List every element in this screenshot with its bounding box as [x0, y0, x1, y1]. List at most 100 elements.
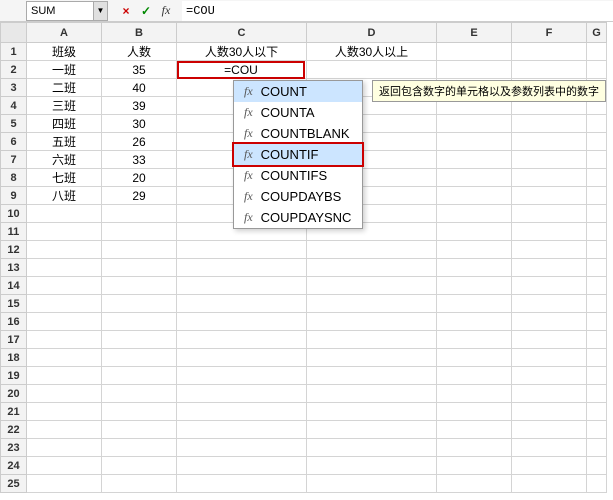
- cell[interactable]: [177, 241, 307, 259]
- cell[interactable]: [437, 385, 512, 403]
- cell[interactable]: [587, 457, 607, 475]
- cell[interactable]: 30: [102, 115, 177, 133]
- cell[interactable]: [27, 205, 102, 223]
- cell[interactable]: [102, 277, 177, 295]
- cell[interactable]: [512, 475, 587, 493]
- cell[interactable]: [307, 439, 437, 457]
- cell[interactable]: [512, 61, 587, 79]
- cell[interactable]: [437, 151, 512, 169]
- cell[interactable]: [102, 349, 177, 367]
- row-header[interactable]: 12: [1, 241, 27, 259]
- row-header[interactable]: 8: [1, 169, 27, 187]
- cell[interactable]: [102, 403, 177, 421]
- autocomplete-item[interactable]: fxCOUPDAYSNC: [234, 207, 362, 228]
- cell[interactable]: [307, 403, 437, 421]
- row-header[interactable]: 3: [1, 79, 27, 97]
- cell[interactable]: [102, 295, 177, 313]
- cell[interactable]: [512, 421, 587, 439]
- cell[interactable]: [437, 43, 512, 61]
- row-header[interactable]: 16: [1, 313, 27, 331]
- cell[interactable]: [587, 61, 607, 79]
- cell[interactable]: [102, 475, 177, 493]
- cell[interactable]: [512, 277, 587, 295]
- name-box[interactable]: SUM: [26, 1, 94, 21]
- cell[interactable]: [587, 259, 607, 277]
- cell[interactable]: [27, 277, 102, 295]
- cell[interactable]: [587, 313, 607, 331]
- cell[interactable]: [437, 475, 512, 493]
- cell[interactable]: [437, 187, 512, 205]
- column-header[interactable]: G: [587, 23, 607, 43]
- cell[interactable]: [307, 367, 437, 385]
- cell[interactable]: [27, 457, 102, 475]
- cell[interactable]: 六班: [27, 151, 102, 169]
- cell[interactable]: 40: [102, 79, 177, 97]
- select-all-corner[interactable]: [1, 23, 27, 43]
- cell[interactable]: [587, 187, 607, 205]
- cell[interactable]: [512, 115, 587, 133]
- column-header[interactable]: B: [102, 23, 177, 43]
- row-header[interactable]: 17: [1, 331, 27, 349]
- cell[interactable]: [177, 349, 307, 367]
- cell[interactable]: [307, 295, 437, 313]
- fx-icon[interactable]: fx: [156, 1, 176, 21]
- cell[interactable]: [512, 295, 587, 313]
- cell[interactable]: [307, 259, 437, 277]
- cell[interactable]: 八班: [27, 187, 102, 205]
- cell[interactable]: 29: [102, 187, 177, 205]
- autocomplete-item[interactable]: fxCOUNTA: [234, 102, 362, 123]
- cell[interactable]: [512, 205, 587, 223]
- cell[interactable]: [512, 223, 587, 241]
- cell[interactable]: [437, 421, 512, 439]
- cell[interactable]: [587, 277, 607, 295]
- cell[interactable]: [437, 295, 512, 313]
- column-header[interactable]: F: [512, 23, 587, 43]
- cell[interactable]: [27, 439, 102, 457]
- cell[interactable]: [512, 259, 587, 277]
- cell[interactable]: [512, 331, 587, 349]
- cell[interactable]: [437, 259, 512, 277]
- cell[interactable]: [307, 61, 437, 79]
- autocomplete-item[interactable]: fxCOUNT: [234, 81, 362, 102]
- row-header[interactable]: 5: [1, 115, 27, 133]
- confirm-formula-button[interactable]: ✓: [136, 1, 156, 21]
- cell[interactable]: [307, 385, 437, 403]
- row-header[interactable]: 13: [1, 259, 27, 277]
- cell[interactable]: [177, 475, 307, 493]
- cell[interactable]: [587, 223, 607, 241]
- cell[interactable]: [587, 43, 607, 61]
- cell[interactable]: [587, 385, 607, 403]
- row-header[interactable]: 2: [1, 61, 27, 79]
- cell[interactable]: 人数30人以下: [177, 43, 307, 61]
- row-header[interactable]: 24: [1, 457, 27, 475]
- cell[interactable]: [27, 295, 102, 313]
- cell[interactable]: [177, 331, 307, 349]
- cell[interactable]: [437, 331, 512, 349]
- cell[interactable]: [27, 313, 102, 331]
- cell[interactable]: [307, 241, 437, 259]
- cell[interactable]: [512, 313, 587, 331]
- row-header[interactable]: 18: [1, 349, 27, 367]
- row-header[interactable]: 21: [1, 403, 27, 421]
- cell[interactable]: [512, 457, 587, 475]
- cell[interactable]: [512, 367, 587, 385]
- cell[interactable]: 人数30人以上: [307, 43, 437, 61]
- cell[interactable]: [437, 439, 512, 457]
- cell[interactable]: [102, 331, 177, 349]
- cell[interactable]: [587, 133, 607, 151]
- cell[interactable]: [177, 313, 307, 331]
- cell[interactable]: 七班: [27, 169, 102, 187]
- cell[interactable]: [512, 403, 587, 421]
- cell[interactable]: [437, 403, 512, 421]
- cell[interactable]: [587, 169, 607, 187]
- cell[interactable]: [27, 367, 102, 385]
- cell[interactable]: [177, 403, 307, 421]
- autocomplete-item[interactable]: fxCOUNTBLANK: [234, 123, 362, 144]
- row-header[interactable]: 10: [1, 205, 27, 223]
- row-header[interactable]: 22: [1, 421, 27, 439]
- cell[interactable]: [437, 457, 512, 475]
- name-box-dropdown[interactable]: ▼: [94, 1, 108, 21]
- cell[interactable]: [437, 277, 512, 295]
- cell[interactable]: [307, 313, 437, 331]
- cell[interactable]: [437, 313, 512, 331]
